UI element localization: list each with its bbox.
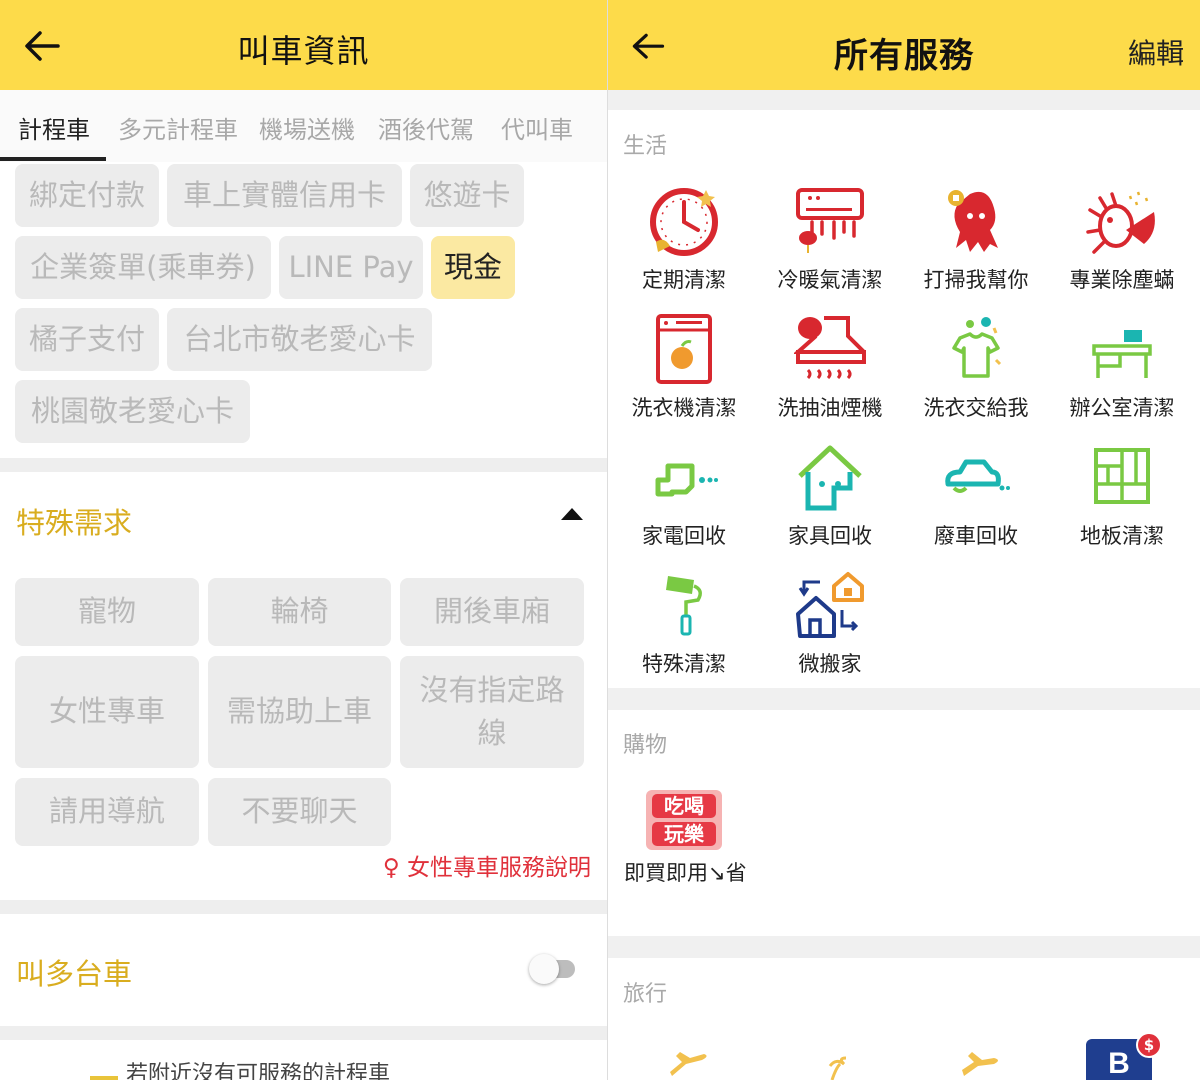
octopus-icon	[948, 190, 998, 252]
service-label: 特殊清潔	[642, 652, 726, 676]
service-label: 廢車回收	[934, 524, 1018, 548]
payment-chip-cash[interactable]: 現金	[431, 236, 515, 299]
service-furniture-recycling[interactable]: 家具回收	[757, 442, 903, 562]
service-special-cleaning[interactable]: 特殊清潔	[611, 570, 757, 690]
multi-car-title: 叫多台車	[16, 957, 133, 991]
airplane-icon[interactable]	[650, 1036, 710, 1080]
option-marker	[90, 1076, 118, 1080]
need-chip-no-chat[interactable]: 不要聊天	[208, 778, 391, 846]
service-range-hood-cleaning[interactable]: 洗抽油煙機	[757, 314, 903, 434]
service-regular-cleaning[interactable]: 定期清潔	[611, 186, 757, 306]
tab-multi-taxi[interactable]: 多元計程車	[118, 110, 238, 145]
floor-tiles-icon	[1094, 448, 1150, 504]
need-chip-wheelchair[interactable]: 輪椅	[208, 578, 391, 646]
collapse-caret-icon[interactable]	[561, 508, 583, 520]
section-divider	[608, 688, 1200, 710]
toggle-knob	[529, 954, 559, 984]
header-bar: 所有服務 編輯	[608, 0, 1200, 90]
dust-mite-icon	[1086, 191, 1155, 254]
multi-car-toggle[interactable]	[529, 954, 577, 984]
category-travel-label: 旅行	[623, 982, 668, 1007]
plane-icon[interactable]	[948, 1036, 1008, 1080]
service-label: 洗衣交給我	[923, 396, 1029, 420]
service-housekeeping[interactable]: 打掃我幫你	[903, 186, 1049, 306]
service-label: 冷暖氣清潔	[777, 268, 883, 292]
section-divider	[0, 900, 607, 914]
scrap-car-icon	[945, 459, 1010, 493]
svg-text:玩樂: 玩樂	[664, 822, 705, 846]
service-car-recycling[interactable]: 廢車回收	[903, 442, 1049, 562]
edit-button[interactable]: 編輯	[1128, 32, 1184, 72]
air-conditioner-icon	[796, 188, 864, 253]
service-floor-cleaning[interactable]: 地板清潔	[1049, 442, 1195, 562]
service-label: 洗抽油煙機	[777, 396, 883, 420]
tab-taxi[interactable]: 計程車	[18, 110, 90, 145]
house-icon	[798, 445, 862, 511]
island-icon[interactable]	[808, 1036, 868, 1080]
service-label: 微搬家	[798, 652, 862, 676]
paint-roller-icon	[666, 576, 702, 636]
price-badge: $	[1136, 1032, 1162, 1058]
service-dust-mite-removal[interactable]: 專業除塵蟎	[1049, 186, 1195, 306]
office-desk-icon	[1092, 330, 1152, 378]
payment-chip-easycard[interactable]: 悠遊卡	[410, 164, 524, 227]
header-bar: 叫車資訊	[0, 0, 607, 90]
female-service-link[interactable]: ♀ 女性專車服務說明	[383, 848, 591, 882]
service-label: 專業除塵蟎	[1069, 268, 1175, 292]
service-label: 打掃我幫你	[923, 268, 1029, 292]
payment-chip-corporate[interactable]: 企業簽單(乘車券)	[15, 236, 271, 299]
section-divider	[0, 458, 607, 472]
category-shopping-label: 購物	[623, 733, 668, 758]
payment-chip-bound[interactable]: 綁定付款	[15, 164, 159, 227]
all-services-screen: 所有服務 編輯 生活 定期清潔 冷暖氣清潔 打掃我幫你 專業除塵蟎 洗衣機清潔 …	[608, 0, 1200, 1080]
need-chip-female-driver[interactable]: 女性專車	[15, 656, 199, 768]
appliance-icon	[655, 463, 718, 497]
special-needs-title: 特殊需求	[16, 506, 133, 540]
service-office-cleaning[interactable]: 辦公室清潔	[1049, 314, 1195, 434]
section-divider	[608, 90, 1200, 110]
service-appliance-recycling[interactable]: 家電回收	[611, 442, 757, 562]
tab-airport[interactable]: 機場送機	[259, 110, 355, 145]
need-chip-use-navigation[interactable]: 請用導航	[15, 778, 199, 846]
washing-machine-icon	[656, 314, 712, 384]
shirt-icon	[952, 317, 1002, 378]
range-hood-icon	[794, 316, 866, 380]
service-label: 辦公室清潔	[1069, 396, 1175, 420]
service-label: 家具回收	[788, 524, 872, 548]
service-small-move[interactable]: 微搬家	[757, 570, 903, 690]
payment-chip-credit-card[interactable]: 車上實體信用卡	[167, 164, 402, 227]
service-label: 即買即用↘省	[624, 861, 747, 885]
service-washer-cleaning[interactable]: 洗衣機清潔	[611, 314, 757, 434]
page-title: 叫車資訊	[237, 32, 370, 70]
vehicle-type-tabs: 計程車 多元計程車 機場送機 酒後代駕 代叫車	[0, 90, 607, 162]
service-ac-cleaning[interactable]: 冷暖氣清潔	[757, 186, 903, 306]
service-label: 地板清潔	[1080, 524, 1164, 548]
ride-info-screen: 叫車資訊 計程車 多元計程車 機場送機 酒後代駕 代叫車 綁定付款 車上實體信用…	[0, 0, 607, 1080]
fallback-option-text: 若附近沒有可服務的計程車	[126, 1062, 391, 1080]
page-title: 所有服務	[834, 36, 974, 76]
payment-chip-line-pay[interactable]: LINE Pay	[279, 236, 423, 299]
clock-icon	[650, 188, 718, 256]
moving-house-icon	[796, 572, 864, 638]
eat-drink-play-logo: 吃喝 玩樂	[646, 790, 722, 850]
category-life-label: 生活	[623, 134, 668, 159]
need-chip-no-route[interactable]: 沒有指定路線	[400, 656, 584, 768]
service-buy-and-save[interactable]: 吃喝 玩樂 即買即用↘省	[624, 788, 754, 928]
section-divider	[0, 1026, 607, 1040]
service-label: 家電回收	[642, 524, 726, 548]
active-tab-indicator	[0, 157, 106, 161]
service-label: 定期清潔	[642, 268, 726, 292]
service-laundry[interactable]: 洗衣交給我	[903, 314, 1049, 434]
payment-chip-taipei-senior[interactable]: 台北市敬老愛心卡	[167, 308, 432, 371]
section-divider	[608, 936, 1200, 958]
payment-chip-taoyuan-senior[interactable]: 桃園敬老愛心卡	[15, 380, 250, 443]
tab-call-for-others[interactable]: 代叫車	[501, 110, 573, 145]
need-chip-boarding-help[interactable]: 需協助上車	[208, 656, 391, 768]
need-chip-trunk[interactable]: 開後車廂	[400, 578, 584, 646]
svg-text:吃喝: 吃喝	[664, 794, 704, 818]
tab-designated-driver[interactable]: 酒後代駕	[378, 110, 474, 145]
need-chip-pet[interactable]: 寵物	[15, 578, 199, 646]
service-label: 洗衣機清潔	[631, 396, 737, 420]
payment-chip-gash-pay[interactable]: 橘子支付	[15, 308, 159, 371]
